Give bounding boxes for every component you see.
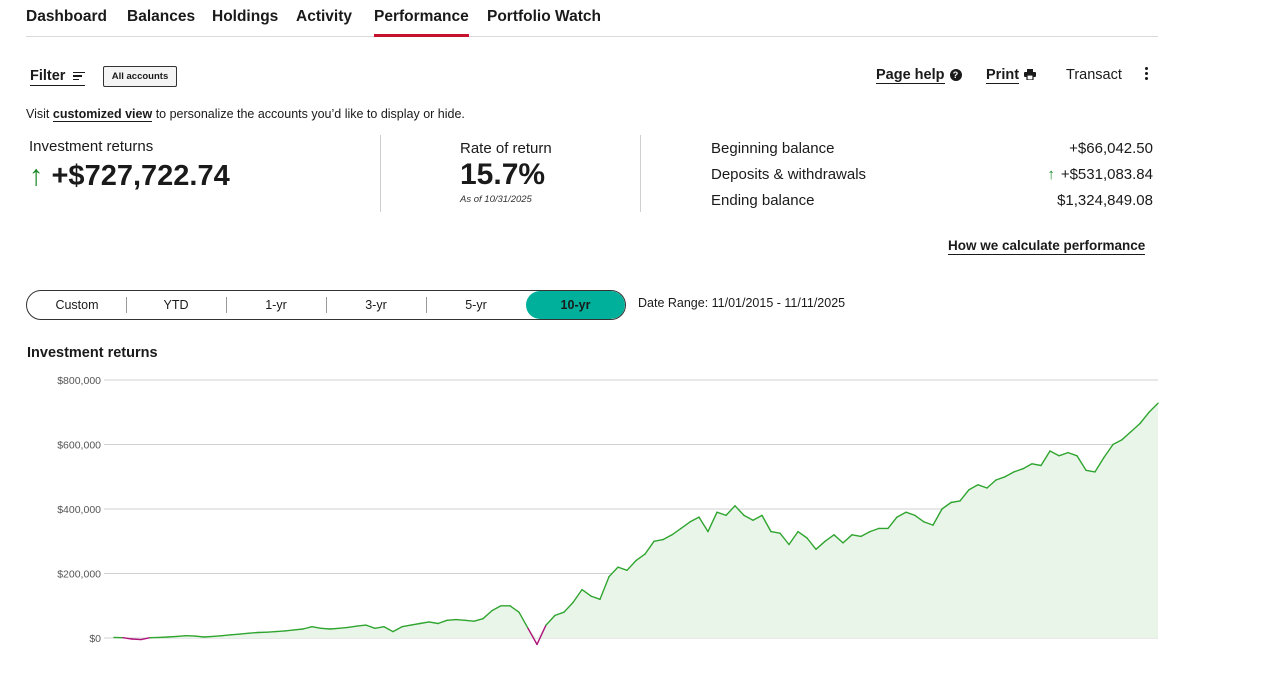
series-line-segment bbox=[239, 632, 250, 635]
top-nav: Dashboard Balances Holdings Activity Per… bbox=[26, 0, 1158, 37]
tab-dashboard[interactable]: Dashboard bbox=[26, 8, 107, 26]
y-tick-label: $800,000 bbox=[57, 375, 101, 387]
y-tick-label: $600,000 bbox=[57, 440, 101, 452]
print-link[interactable]: Print bbox=[986, 67, 1037, 84]
time-range-selector: Custom YTD 1-yr 3-yr 5-yr 10-yr bbox=[26, 290, 626, 320]
customize-notice: Visit customized view to personalize the… bbox=[26, 107, 465, 122]
series-line-segment bbox=[167, 635, 178, 638]
range-ytd[interactable]: YTD bbox=[126, 291, 226, 319]
beginning-balance-row: Beginning balance +$66,042.50 bbox=[711, 140, 1153, 157]
series-line-segment bbox=[203, 635, 214, 638]
more-options-icon[interactable] bbox=[1144, 67, 1150, 82]
tab-balances[interactable]: Balances bbox=[127, 8, 195, 26]
series-line-segment bbox=[284, 629, 295, 632]
range-5yr[interactable]: 5-yr bbox=[426, 291, 526, 319]
range-10yr[interactable]: 10-yr bbox=[526, 291, 625, 319]
series-line-segment bbox=[338, 626, 349, 629]
deposits-label: Deposits & withdrawals bbox=[711, 166, 867, 183]
page-help-label: Page help bbox=[876, 67, 945, 84]
series-line-segment bbox=[194, 635, 205, 638]
range-custom[interactable]: Custom bbox=[27, 291, 127, 319]
series-line-segment bbox=[275, 630, 286, 633]
range-1yr[interactable]: 1-yr bbox=[226, 291, 326, 319]
y-tick-label: $0 bbox=[89, 633, 101, 645]
all-accounts-chip[interactable]: All accounts bbox=[103, 66, 177, 87]
series-line-segment bbox=[356, 624, 367, 627]
notice-prefix: Visit bbox=[26, 107, 53, 121]
series-line-segment bbox=[212, 635, 223, 638]
filter-label: Filter bbox=[30, 68, 66, 84]
series-line-segment bbox=[329, 627, 340, 630]
beginning-balance-value: +$66,042.50 bbox=[1069, 140, 1153, 157]
deposits-value-wrap: ↑ +$531,083.84 bbox=[1047, 166, 1153, 183]
investment-returns-label: Investment returns bbox=[29, 138, 154, 155]
investment-returns-amount: +$727,722.74 bbox=[51, 160, 230, 192]
rate-asof-date: As of 10/31/2025 bbox=[460, 194, 532, 205]
deposits-value: +$531,083.84 bbox=[1060, 166, 1153, 183]
ending-balance-label: Ending balance bbox=[711, 192, 815, 209]
deposits-row: Deposits & withdrawals ↑ +$531,083.84 bbox=[711, 166, 1153, 183]
series-line-segment bbox=[230, 633, 241, 636]
printer-icon bbox=[1024, 68, 1037, 84]
series-line-segment bbox=[446, 618, 457, 622]
how-we-calculate-link[interactable]: How we calculate performance bbox=[948, 238, 1146, 255]
series-line-segment bbox=[293, 628, 304, 631]
investment-returns-chart: $800,000 $600,000 $400,000 $200,000 $0 bbox=[57, 375, 1159, 646]
y-tick-label: $200,000 bbox=[57, 569, 101, 581]
tab-holdings[interactable]: Holdings bbox=[212, 8, 278, 26]
page-help-link[interactable]: Page help? bbox=[876, 67, 962, 84]
divider bbox=[380, 135, 381, 212]
series-line-segment bbox=[266, 630, 277, 633]
series-line-segment bbox=[248, 631, 259, 634]
ending-balance-value: $1,324,849.08 bbox=[1057, 192, 1153, 209]
series-line-segment bbox=[176, 635, 187, 638]
filter-icon bbox=[73, 70, 86, 83]
area-fill bbox=[114, 403, 1158, 638]
up-arrow-icon: ↑ bbox=[1047, 166, 1055, 183]
series-line-segment bbox=[455, 618, 466, 622]
investment-returns-value: ↑ +$727,722.74 bbox=[29, 160, 230, 193]
divider bbox=[640, 135, 641, 212]
beginning-balance-label: Beginning balance bbox=[711, 140, 835, 157]
chart-title: Investment returns bbox=[27, 345, 158, 361]
transact-menu[interactable]: Transact bbox=[1066, 67, 1122, 83]
rate-of-return-label: Rate of return bbox=[460, 140, 552, 157]
series-line-segment bbox=[221, 634, 232, 637]
rate-of-return-value: 15.7% bbox=[460, 158, 546, 191]
ending-balance-row: Ending balance $1,324,849.08 bbox=[711, 192, 1153, 209]
up-arrow-icon: ↑ bbox=[29, 160, 44, 192]
filter-button[interactable]: Filter bbox=[30, 68, 86, 86]
y-tick-label: $400,000 bbox=[57, 504, 101, 516]
series-line-segment bbox=[320, 627, 331, 630]
tab-performance[interactable]: Performance bbox=[374, 8, 469, 37]
question-circle-icon: ? bbox=[949, 69, 962, 81]
tab-portfolio-watch[interactable]: Portfolio Watch bbox=[487, 8, 601, 26]
print-label: Print bbox=[986, 67, 1020, 84]
series-line-segment bbox=[464, 619, 475, 622]
range-3yr[interactable]: 3-yr bbox=[326, 291, 426, 319]
tab-activity[interactable]: Activity bbox=[296, 8, 352, 26]
notice-suffix: to personalize the accounts you’d like t… bbox=[152, 107, 465, 121]
series-line-segment bbox=[131, 638, 142, 641]
customized-view-link[interactable]: customized view bbox=[52, 107, 153, 122]
date-range-text: Date Range: 11/01/2015 - 11/11/2025 bbox=[638, 296, 846, 310]
